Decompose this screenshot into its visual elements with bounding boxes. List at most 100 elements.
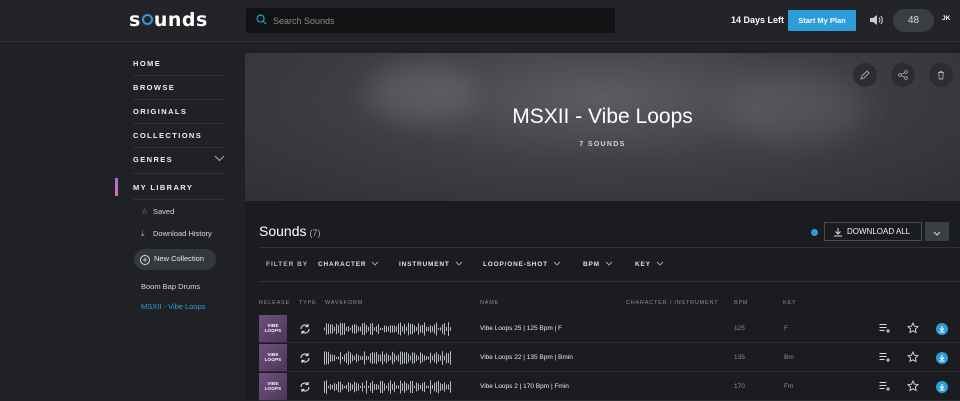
new-collection-button[interactable]: + New Collection bbox=[134, 249, 216, 270]
sounds-heading: Sounds (7) bbox=[259, 223, 320, 239]
star-icon[interactable] bbox=[907, 322, 919, 334]
waveform-bar bbox=[392, 351, 393, 365]
library-saved[interactable]: ☆ Saved bbox=[141, 207, 174, 216]
filter-loop-one-shot-label: LOOP/ONE-SHOT bbox=[483, 261, 548, 268]
waveform-bar bbox=[442, 351, 443, 365]
waveform-bar bbox=[340, 381, 341, 393]
nav-collections[interactable]: COLLECTIONS bbox=[133, 131, 202, 140]
waveform-bar bbox=[448, 384, 449, 390]
waveform-bar bbox=[394, 381, 395, 393]
sidebar: HOME BROWSE ORIGINALS COLLECTIONS GENRES… bbox=[0, 43, 244, 400]
column-header-key: KEY bbox=[783, 300, 797, 306]
waveform-bar bbox=[440, 355, 441, 361]
search-bar[interactable] bbox=[246, 8, 615, 33]
waveform[interactable] bbox=[324, 350, 454, 366]
waveform-bar bbox=[344, 354, 345, 362]
waveform-bar bbox=[396, 326, 397, 332]
delete-button[interactable] bbox=[929, 63, 953, 87]
waveform-bar bbox=[408, 353, 409, 363]
waveform-bar bbox=[400, 322, 401, 336]
chevron-down-icon[interactable] bbox=[214, 155, 225, 162]
sound-key: F bbox=[784, 325, 788, 332]
waveform-bar bbox=[398, 323, 399, 335]
chevron-down-icon bbox=[553, 261, 561, 266]
waveform-bar bbox=[374, 384, 375, 390]
waveform-bar bbox=[346, 385, 347, 389]
volume-icon[interactable] bbox=[869, 13, 883, 27]
download-button[interactable] bbox=[936, 352, 948, 364]
filter-character[interactable]: CHARACTER bbox=[318, 261, 379, 268]
waveform-bar bbox=[352, 354, 353, 362]
table-row[interactable]: VIBE LOOPS ∴ Vibe Loops 25 | 125 Bpm | F… bbox=[259, 315, 960, 343]
sound-name[interactable]: Vibe Loops 2 | 170 Bpm | Fmin bbox=[480, 383, 569, 390]
waveform-bar bbox=[324, 351, 325, 365]
start-plan-button[interactable]: Start My Plan bbox=[788, 10, 856, 31]
download-button[interactable] bbox=[936, 381, 948, 393]
download-button[interactable] bbox=[936, 323, 948, 335]
waveform-bar bbox=[388, 326, 389, 332]
download-icon bbox=[939, 355, 945, 362]
column-header-type: TYPE bbox=[299, 300, 317, 306]
nav-genres[interactable]: GENRES bbox=[133, 155, 173, 164]
table-row[interactable]: VIBE LOOPS ∴ Vibe Loops 2 | 170 Bpm | Fm… bbox=[259, 373, 960, 401]
release-artwork[interactable]: VIBE LOOPS ∴ bbox=[259, 344, 287, 372]
waveform[interactable] bbox=[324, 321, 454, 337]
filter-key[interactable]: KEY bbox=[635, 261, 664, 268]
release-artwork[interactable]: VIBE LOOPS ∴ bbox=[259, 373, 287, 401]
waveform-bar bbox=[372, 352, 373, 364]
waveform-bar bbox=[350, 352, 351, 364]
waveform-bar bbox=[418, 356, 419, 360]
waveform-bar bbox=[432, 326, 433, 332]
share-button[interactable] bbox=[891, 63, 915, 87]
waveform-bar bbox=[448, 322, 449, 336]
waveform-bar bbox=[334, 326, 335, 332]
download-icon: ⤓ bbox=[141, 229, 145, 238]
waveform-bar bbox=[378, 354, 379, 362]
waveform-bar bbox=[356, 382, 357, 392]
nav-originals[interactable]: ORIGINALS bbox=[133, 107, 187, 116]
nav-home[interactable]: HOME bbox=[133, 59, 161, 68]
credits-badge[interactable]: 48 bbox=[893, 9, 934, 32]
waveform-bar bbox=[332, 324, 333, 334]
list-add-icon[interactable] bbox=[879, 352, 890, 362]
nav-browse[interactable]: BROWSE bbox=[133, 83, 175, 92]
waveform-bar bbox=[394, 353, 395, 363]
release-artwork[interactable]: VIBE LOOPS ∴ bbox=[259, 315, 287, 343]
waveform-bar bbox=[354, 324, 355, 334]
list-add-icon[interactable] bbox=[879, 323, 890, 333]
list-add-icon[interactable] bbox=[879, 381, 890, 391]
download-all-button[interactable]: DOWNLOAD ALL bbox=[824, 222, 922, 241]
waveform-bar bbox=[338, 381, 339, 393]
waveform-bar bbox=[430, 380, 431, 394]
collection-item-boom-bap-drums[interactable]: Boom Bap Drums bbox=[141, 282, 200, 291]
library-download-history-label: Download History bbox=[153, 229, 212, 238]
logo[interactable]: s unds bbox=[129, 9, 208, 31]
star-icon[interactable] bbox=[907, 380, 919, 392]
waveform-bar bbox=[408, 322, 409, 336]
edit-button[interactable] bbox=[853, 63, 877, 87]
sound-name[interactable]: Vibe Loops 25 | 125 Bpm | F bbox=[480, 325, 562, 332]
search-input[interactable] bbox=[273, 8, 603, 33]
divider bbox=[133, 147, 225, 148]
collection-item-msxii-vibe-loops[interactable]: MSXII - Vibe Loops bbox=[141, 302, 205, 311]
waveform[interactable] bbox=[324, 379, 454, 395]
column-header-release: RELEASE bbox=[259, 300, 290, 306]
avatar[interactable]: JK bbox=[942, 15, 950, 22]
filter-bpm[interactable]: BPM bbox=[583, 261, 613, 268]
chevron-down-icon bbox=[656, 261, 664, 266]
waveform-bar bbox=[424, 355, 425, 361]
filter-instrument[interactable]: INSTRUMENT bbox=[399, 261, 463, 268]
download-options-button[interactable] bbox=[925, 222, 949, 241]
star-icon[interactable] bbox=[907, 351, 919, 363]
table-row[interactable]: VIBE LOOPS ∴ Vibe Loops 22 | 135 Bpm | B… bbox=[259, 344, 960, 372]
waveform-bar bbox=[374, 327, 375, 331]
waveform-bar bbox=[408, 384, 409, 390]
sound-name[interactable]: Vibe Loops 22 | 135 Bpm | Bmin bbox=[480, 354, 573, 361]
filter-loop-one-shot[interactable]: LOOP/ONE-SHOT bbox=[483, 261, 561, 268]
waveform-bar bbox=[418, 383, 419, 391]
waveform-bar bbox=[414, 325, 415, 333]
trial-days-left: 14 Days Left bbox=[731, 15, 785, 25]
nav-my-library[interactable]: MY LIBRARY bbox=[133, 183, 193, 192]
library-download-history[interactable]: ⤓ Download History bbox=[141, 229, 212, 239]
waveform-bar bbox=[398, 385, 399, 389]
